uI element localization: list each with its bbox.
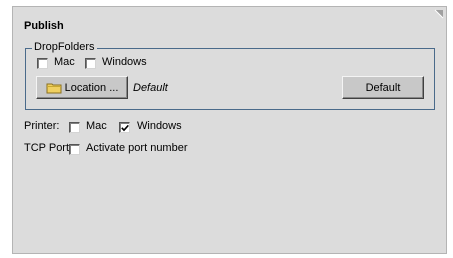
resize-corner-icon[interactable] <box>432 9 444 21</box>
dropfolders-windows-label: Windows <box>102 56 147 68</box>
printer-mac-label: Mac <box>86 120 107 132</box>
tcp-port-label: TCP Port: <box>24 142 73 154</box>
dropfolders-windows-checkbox[interactable] <box>85 58 96 69</box>
dropfolders-group: DropFolders Mac Windows Location ... Def… <box>25 41 435 110</box>
dropfolders-legend: DropFolders <box>32 41 97 53</box>
location-value: Default <box>133 82 168 94</box>
default-button-label: Default <box>365 81 401 94</box>
publish-panel: Publish DropFolders Mac Windows Location… <box>12 6 447 254</box>
printer-label: Printer: <box>24 120 60 132</box>
activate-port-checkbox[interactable] <box>69 144 80 155</box>
printer-windows-label: Windows <box>137 120 182 132</box>
printer-mac-checkbox[interactable] <box>69 122 80 133</box>
dropfolders-mac-checkbox[interactable] <box>37 58 48 69</box>
location-button-label: Location ... <box>64 81 119 94</box>
location-button[interactable]: Location ... <box>36 76 128 99</box>
default-button[interactable]: Default <box>342 76 424 99</box>
dropfolders-mac-label: Mac <box>54 56 75 68</box>
printer-windows-checkbox[interactable] <box>119 122 130 133</box>
activate-port-label: Activate port number <box>86 142 188 154</box>
checkmark-icon <box>121 124 129 132</box>
folder-icon <box>46 83 62 93</box>
panel-title: Publish <box>24 20 64 32</box>
